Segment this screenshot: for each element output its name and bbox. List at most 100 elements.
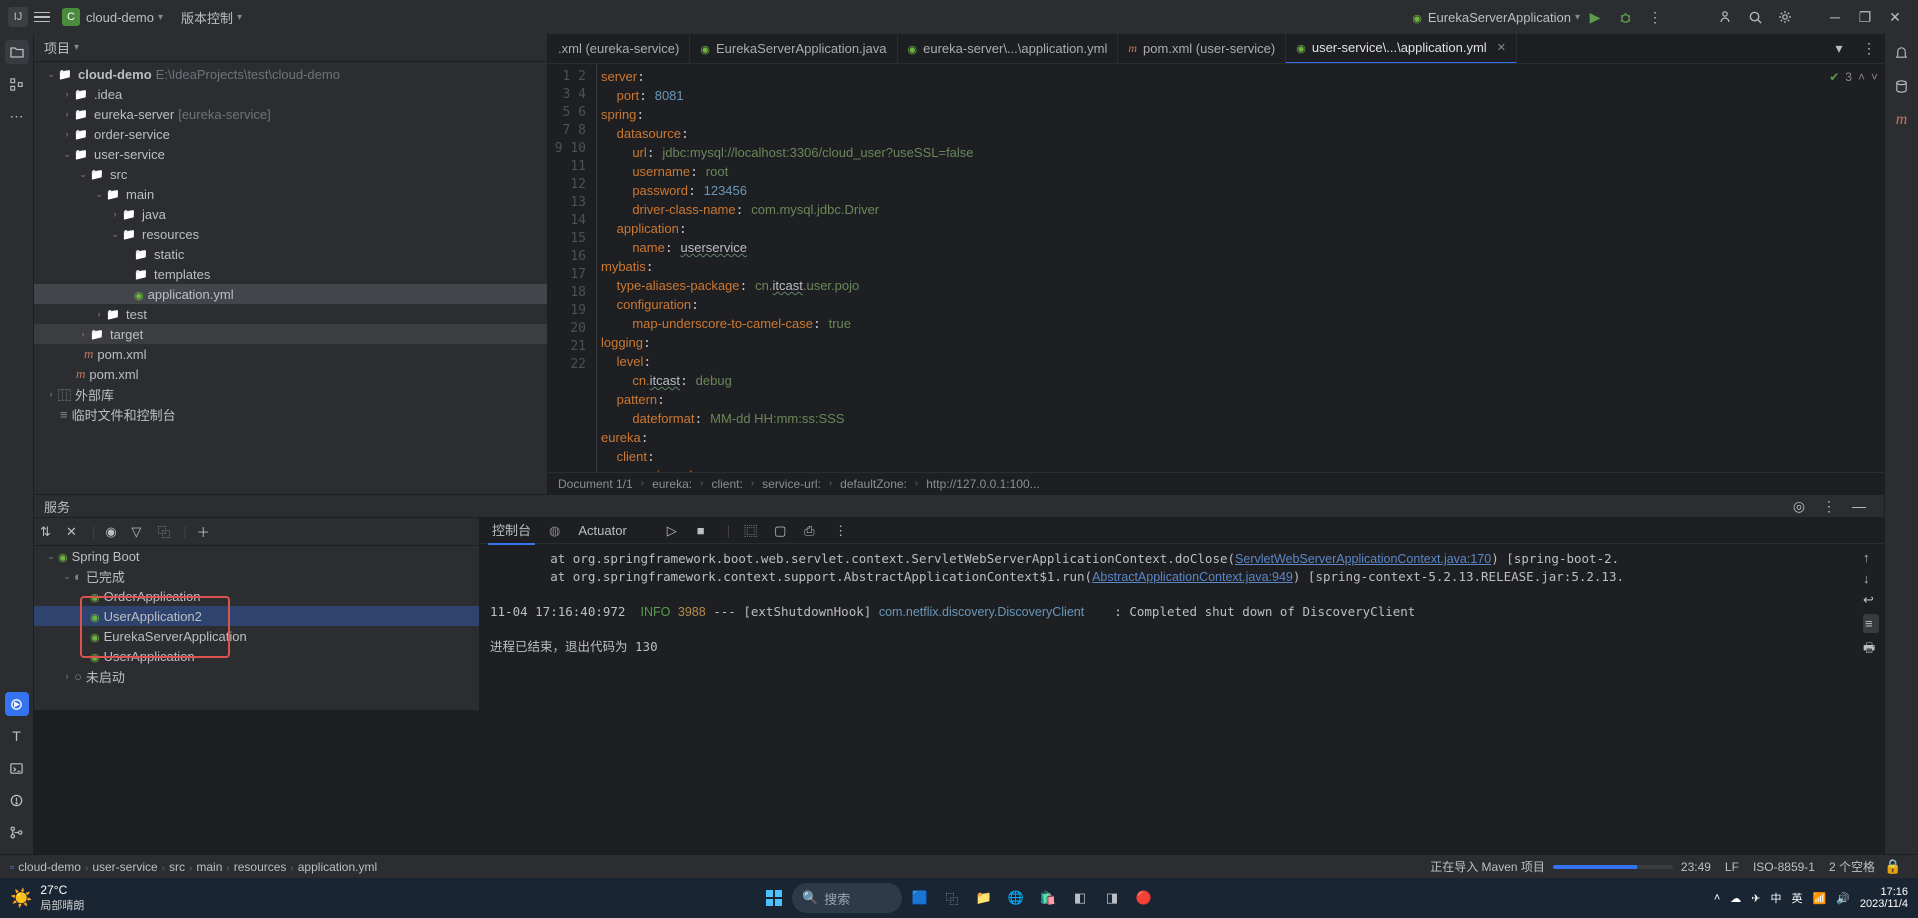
- services-tool-icon[interactable]: [5, 692, 29, 716]
- settings-icon[interactable]: [1773, 5, 1797, 29]
- notifications-icon[interactable]: [1890, 40, 1914, 64]
- pycharm-icon[interactable]: ◨: [1098, 884, 1126, 912]
- project-tree[interactable]: ⌄cloud-demo E:\IdeaProjects\test\cloud-d…: [34, 62, 547, 494]
- print-icon[interactable]: 🖶: [1863, 639, 1879, 661]
- problems-tool-icon[interactable]: [5, 788, 29, 812]
- tree-ext-lib[interactable]: ›⿲外部库: [34, 384, 547, 404]
- tree-java[interactable]: ›java: [34, 204, 547, 224]
- svc-spring-boot[interactable]: ⌄Spring Boot: [34, 546, 479, 566]
- tab-list-icon[interactable]: ▾: [1827, 37, 1851, 61]
- svc-order-app[interactable]: OrderApplication: [34, 586, 479, 606]
- more-icon[interactable]: ⋮: [1643, 5, 1667, 29]
- chevron-up-icon[interactable]: ˄: [1858, 70, 1865, 84]
- task-view-icon[interactable]: ⿻: [938, 884, 966, 912]
- console-print-icon[interactable]: ⎙: [804, 523, 820, 539]
- tab-more-icon[interactable]: ⋮: [1857, 37, 1881, 61]
- copilot-icon[interactable]: 🟦: [906, 884, 934, 912]
- panel-hide-icon[interactable]: —: [1847, 494, 1871, 518]
- store-icon[interactable]: 🛍️: [1034, 884, 1062, 912]
- start-button[interactable]: [760, 884, 788, 912]
- crosshair-icon[interactable]: ◎: [1787, 494, 1811, 518]
- console-screenshot-icon[interactable]: ▢: [774, 523, 790, 539]
- ime-lang2[interactable]: 英: [1791, 890, 1802, 906]
- database-tool-icon[interactable]: [1890, 74, 1914, 98]
- add-icon[interactable]: ＋: [197, 522, 213, 541]
- status-breadcrumb[interactable]: cloud-demo›user-service›src›main›resourc…: [18, 860, 377, 874]
- hamburger-icon[interactable]: [34, 12, 50, 23]
- terminal-tool-icon[interactable]: [5, 756, 29, 780]
- tray-chevron-icon[interactable]: ˄: [1714, 892, 1720, 904]
- svc-eureka-app[interactable]: EurekaServerApplication: [34, 626, 479, 646]
- tab-user-yml[interactable]: user-service\...\application.yml✕: [1286, 34, 1517, 64]
- tree-test[interactable]: ›test: [34, 304, 547, 324]
- filter-icon[interactable]: ▽: [131, 524, 147, 540]
- inspections-widget[interactable]: ✔3 ˄˅: [1829, 70, 1878, 84]
- tab-pom-eureka[interactable]: .xml (eureka-service): [548, 34, 690, 64]
- close-button[interactable]: ✕: [1883, 5, 1907, 29]
- more-tool-icon[interactable]: ⋯: [5, 104, 29, 128]
- chevron-down-icon[interactable]: ▾: [158, 12, 163, 23]
- run-button[interactable]: ▶: [1583, 5, 1607, 29]
- services-list[interactable]: ⌄Spring Boot ⌄◐已完成 OrderApplication User…: [34, 546, 479, 710]
- tree-target[interactable]: ›target: [34, 324, 547, 344]
- airplane-icon[interactable]: ✈: [1751, 892, 1760, 905]
- tree-resources[interactable]: ⌄resources: [34, 224, 547, 244]
- maximize-button[interactable]: ❐: [1853, 5, 1877, 29]
- scroll-to-end-icon[interactable]: ≡: [1863, 614, 1879, 633]
- expand-icon[interactable]: ⿻: [157, 522, 173, 541]
- console-output[interactable]: at org.springframework.boot.web.servlet.…: [480, 544, 1858, 710]
- debug-button[interactable]: [1613, 5, 1637, 29]
- tree-templates[interactable]: templates: [34, 264, 547, 284]
- sort-icon[interactable]: ⇅: [40, 524, 56, 540]
- scroll-down-icon[interactable]: ↓: [1863, 571, 1879, 586]
- eye-icon[interactable]: ◉: [105, 524, 121, 540]
- code-content[interactable]: server: port: 8081 spring: datasource: u…: [596, 64, 1884, 472]
- console-settings-icon[interactable]: ⿴: [744, 521, 760, 540]
- search-icon[interactable]: [1743, 5, 1767, 29]
- stop-icon[interactable]: ■: [697, 523, 713, 538]
- tree-root[interactable]: ⌄cloud-demo E:\IdeaProjects\test\cloud-d…: [34, 64, 547, 84]
- tab-eureka-app-java[interactable]: EurekaServerApplication.java: [690, 34, 897, 64]
- chrome-icon[interactable]: 🔴: [1130, 884, 1158, 912]
- console-more-icon[interactable]: ⋮: [834, 523, 850, 539]
- idea-icon[interactable]: ◧: [1066, 884, 1094, 912]
- soft-wrap-icon[interactable]: ↩: [1863, 592, 1879, 608]
- svc-user-app[interactable]: UserApplication: [34, 646, 479, 666]
- rerun-icon[interactable]: ▷: [667, 523, 683, 539]
- explorer-icon[interactable]: 📁: [970, 884, 998, 912]
- tree-src[interactable]: ⌄src: [34, 164, 547, 184]
- code-with-me-icon[interactable]: [1713, 5, 1737, 29]
- tree-pom2[interactable]: mpom.xml: [34, 364, 547, 384]
- run-config-selector[interactable]: EurekaServerApplication: [1428, 10, 1571, 25]
- bookmarks-icon[interactable]: T: [5, 724, 29, 748]
- git-tool-icon[interactable]: [5, 820, 29, 844]
- wifi-icon[interactable]: 📶: [1812, 892, 1826, 905]
- panel-more-icon[interactable]: ⋮: [1817, 494, 1841, 518]
- volume-icon[interactable]: 🔊: [1836, 892, 1850, 905]
- project-name[interactable]: cloud-demo: [86, 10, 154, 25]
- svc-user-app2[interactable]: UserApplication2: [34, 606, 479, 626]
- caret-position[interactable]: 23:49: [1681, 860, 1711, 874]
- tree-main[interactable]: ⌄main: [34, 184, 547, 204]
- tab-pom-user[interactable]: mpom.xml (user-service): [1118, 34, 1286, 64]
- project-tool-icon[interactable]: [5, 40, 29, 64]
- vcs-menu[interactable]: 版本控制: [181, 8, 233, 27]
- chevron-down-icon[interactable]: ▾: [1575, 12, 1580, 23]
- svc-not-started[interactable]: ›○未启动: [34, 666, 479, 686]
- services-header[interactable]: 服务 ◎ ⋮ —: [34, 494, 1884, 518]
- close-icon[interactable]: ✕: [66, 524, 82, 540]
- onedrive-icon[interactable]: ☁: [1730, 892, 1741, 905]
- file-encoding[interactable]: ISO-8859-1: [1753, 860, 1815, 874]
- chevron-down-icon[interactable]: ˅: [1871, 70, 1878, 84]
- actuator-tab[interactable]: Actuator: [574, 519, 630, 542]
- svc-done-group[interactable]: ⌄◐已完成: [34, 566, 479, 586]
- tree-idea[interactable]: ›.idea: [34, 84, 547, 104]
- project-panel-header[interactable]: 项目▾: [34, 34, 547, 62]
- console-tab[interactable]: 控制台: [488, 516, 535, 545]
- ime-lang1[interactable]: 中: [1770, 890, 1781, 906]
- tree-static[interactable]: static: [34, 244, 547, 264]
- chevron-down-icon[interactable]: ▾: [237, 12, 242, 23]
- minimize-button[interactable]: ─: [1823, 5, 1847, 29]
- system-tray[interactable]: ˄ ☁ ✈ 中 英 📶 🔊 17:162023/11/4: [1714, 886, 1908, 910]
- tree-order[interactable]: ›order-service: [34, 124, 547, 144]
